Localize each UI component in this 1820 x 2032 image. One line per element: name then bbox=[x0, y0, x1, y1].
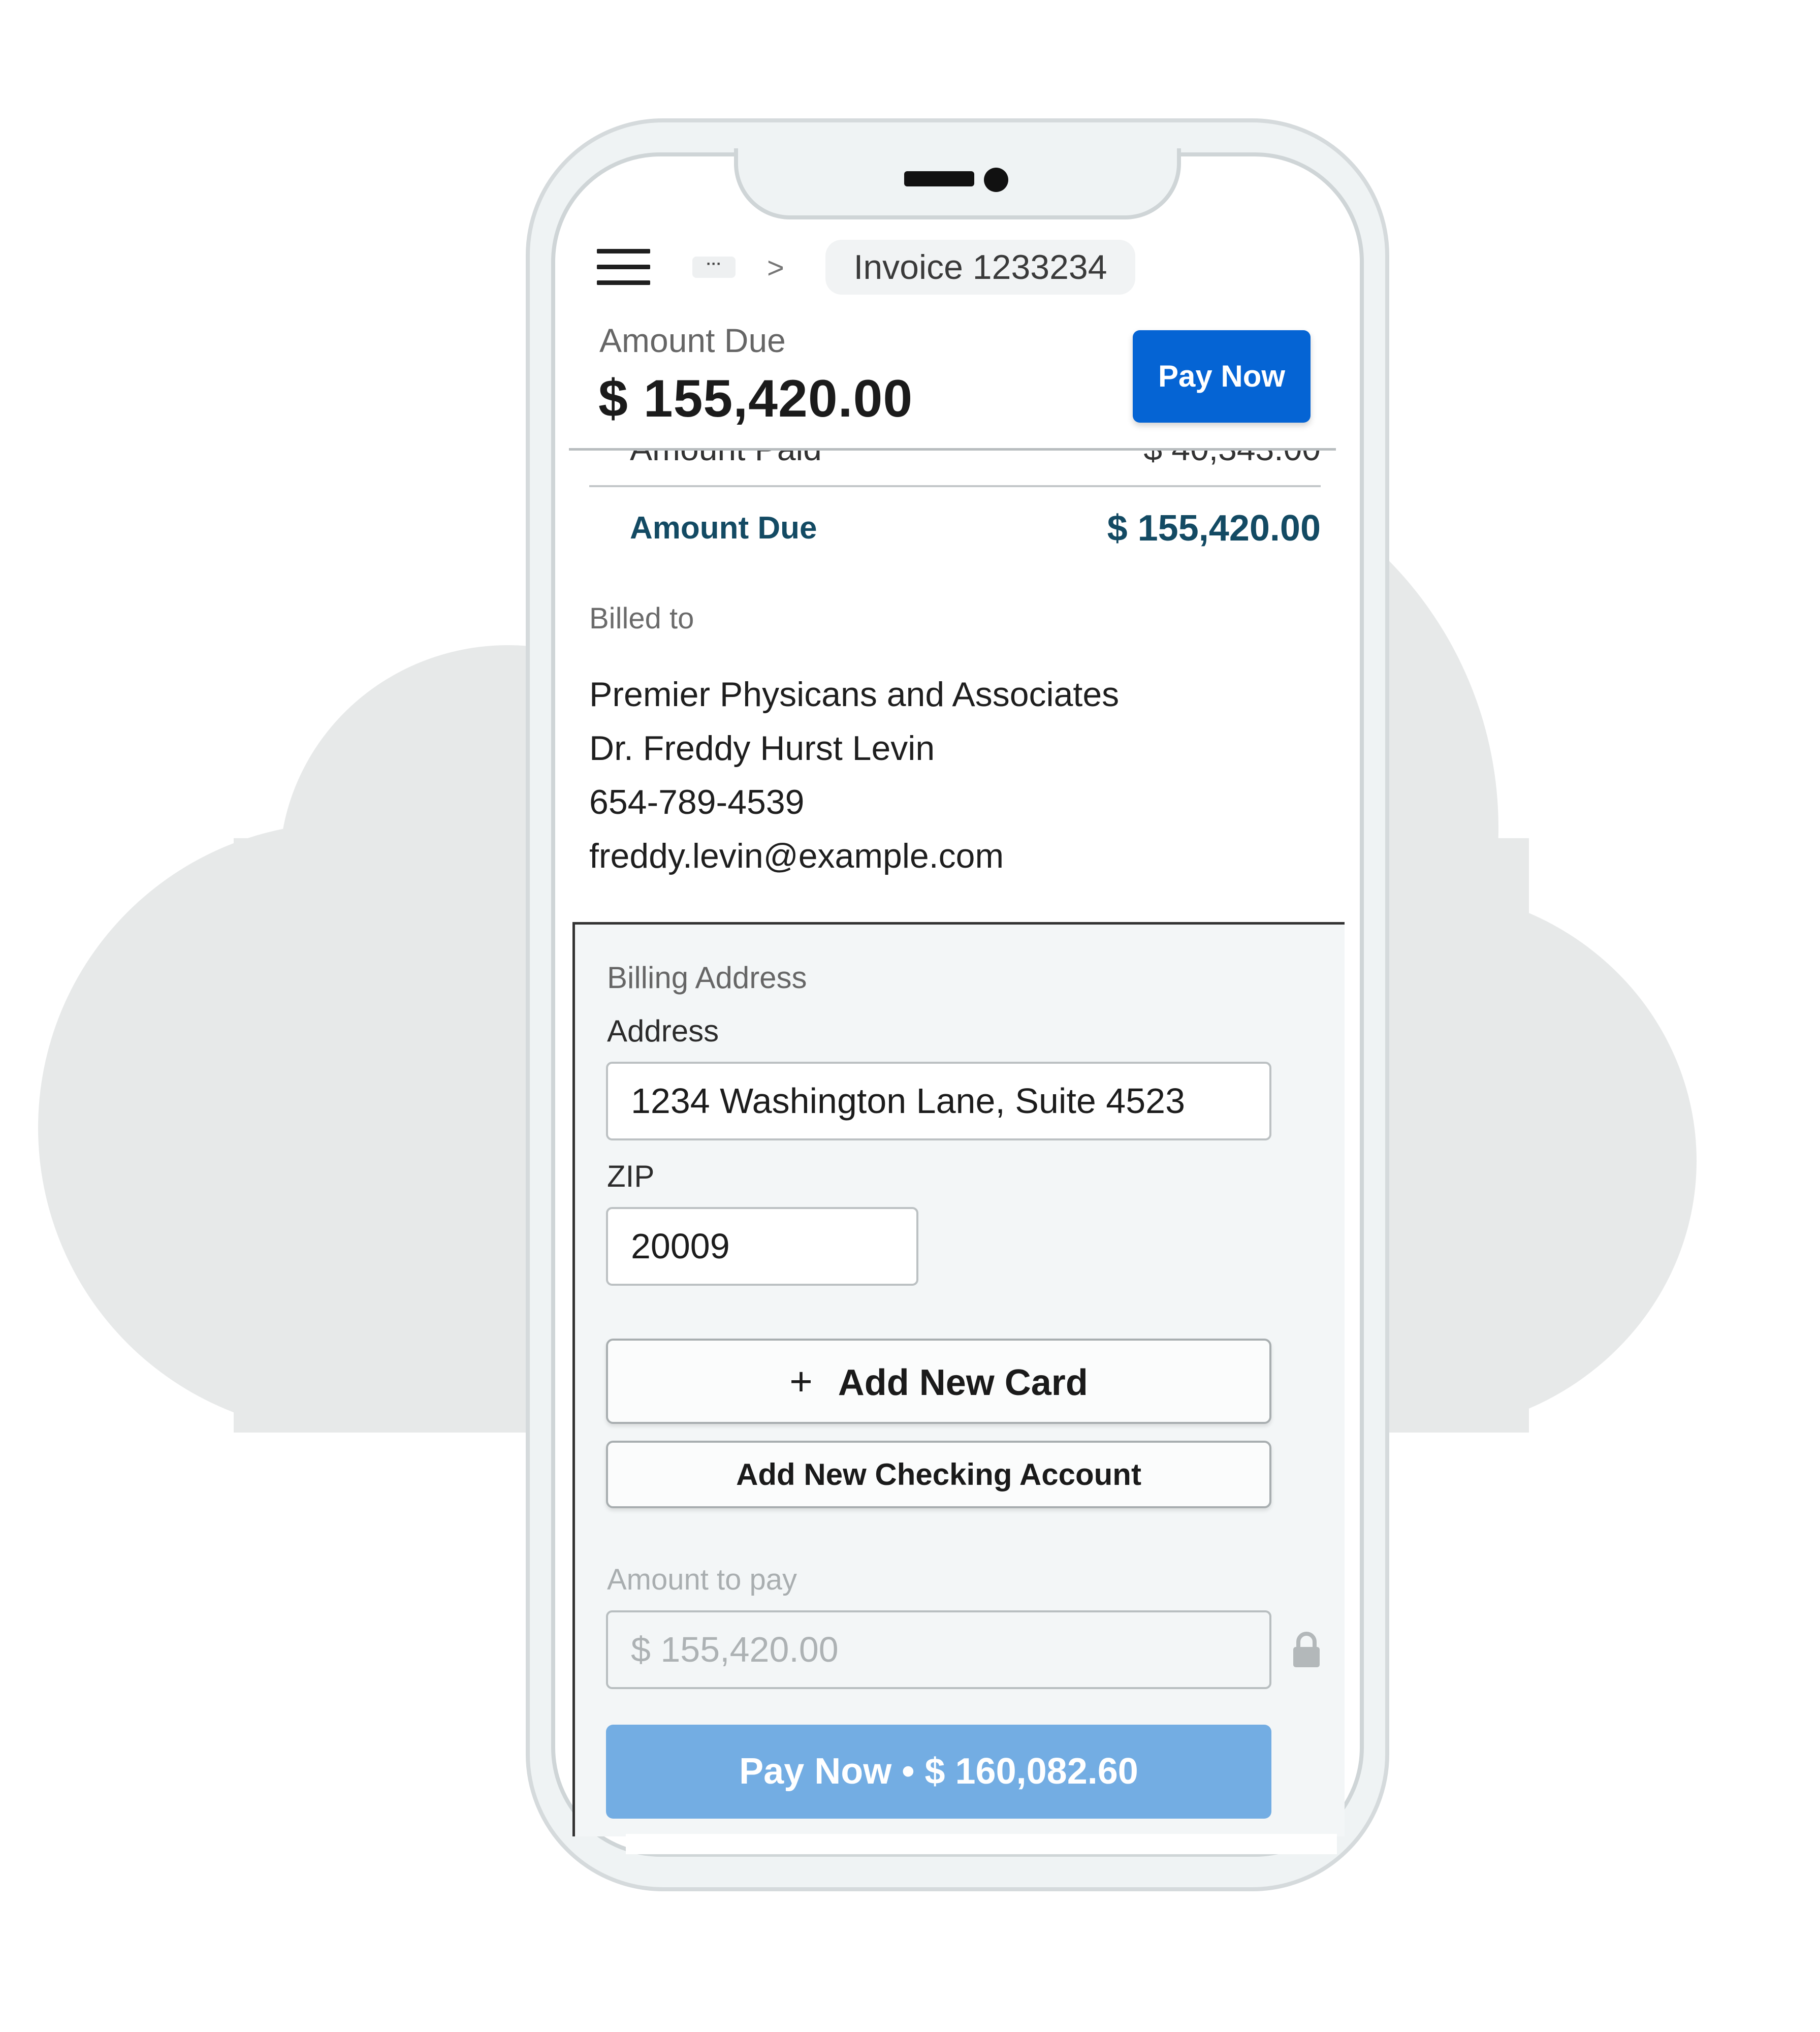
billed-to-company: Premier Physicans and Associates bbox=[589, 675, 1120, 714]
billed-to-phone: 654-789-4539 bbox=[589, 783, 805, 821]
amount-paid-row: Amount Paid $ 40,343.00 bbox=[584, 450, 1321, 478]
amount-paid-value: $ 40,343.00 bbox=[1143, 450, 1321, 468]
zip-input[interactable]: 20009 bbox=[606, 1207, 918, 1286]
add-new-card-label: Add New Card bbox=[838, 1362, 1088, 1403]
stage: ··· > Invoice 1233234 Amount Due $ 155,4… bbox=[0, 0, 1820, 2032]
amount-to-pay-label: Amount to pay bbox=[607, 1563, 797, 1596]
breadcrumb-separator: > bbox=[767, 251, 784, 284]
camera-icon bbox=[984, 168, 1008, 192]
add-new-card-button[interactable]: + Add New Card bbox=[606, 1339, 1271, 1424]
plus-icon: + bbox=[789, 1359, 813, 1404]
bottom-strip bbox=[626, 1834, 1337, 1854]
amount-due-label: Amount Due bbox=[599, 322, 786, 359]
summary-divider bbox=[589, 485, 1321, 487]
amount-paid-label: Amount Paid bbox=[630, 450, 822, 468]
pay-now-total-button[interactable]: Pay Now • $ 160,082.60 bbox=[606, 1725, 1271, 1819]
pay-now-button[interactable]: Pay Now bbox=[1133, 330, 1311, 423]
lock-icon bbox=[1291, 1631, 1322, 1669]
billed-to-contact: Dr. Freddy Hurst Levin bbox=[589, 729, 935, 768]
menu-icon[interactable] bbox=[597, 249, 650, 285]
add-new-checking-account-button[interactable]: Add New Checking Account bbox=[606, 1441, 1271, 1508]
billed-to-email: freddy.levin@example.com bbox=[589, 837, 1004, 875]
billing-address-heading: Billing Address bbox=[607, 961, 807, 995]
header-divider bbox=[569, 448, 1336, 451]
summary-amount-due-label: Amount Due bbox=[630, 511, 817, 546]
breadcrumb-current[interactable]: Invoice 1233234 bbox=[825, 240, 1135, 295]
breadcrumb-ellipsis[interactable]: ··· bbox=[692, 257, 736, 278]
address-label: Address bbox=[607, 1014, 719, 1048]
zip-label: ZIP bbox=[607, 1159, 655, 1193]
summary-amount-due-value: $ 155,420.00 bbox=[1107, 508, 1321, 549]
address-input[interactable]: 1234 Washington Lane, Suite 4523 bbox=[606, 1062, 1271, 1140]
speaker-icon bbox=[904, 171, 974, 186]
amount-to-pay-input: $ 155,420.00 bbox=[606, 1610, 1271, 1689]
amount-due-value: $ 155,420.00 bbox=[598, 369, 913, 428]
phone-notch-cover bbox=[738, 142, 1177, 153]
billed-to-label: Billed to bbox=[589, 602, 694, 635]
